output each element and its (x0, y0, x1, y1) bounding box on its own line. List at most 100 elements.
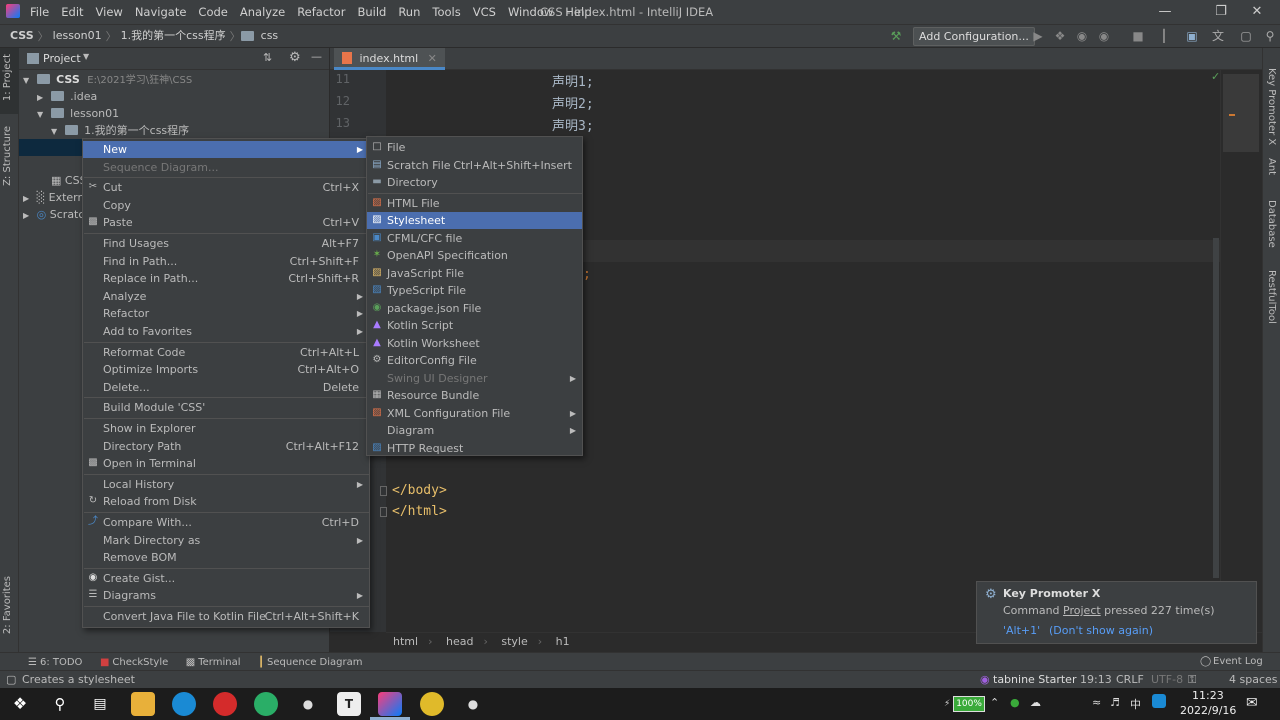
tab-sequence-diagram[interactable]: Sequence Diagram (267, 657, 362, 668)
tab-structure[interactable]: Z: Structure (2, 126, 13, 186)
fold-marker-icon[interactable] (380, 507, 387, 517)
crumb-html[interactable]: html (388, 635, 423, 648)
crumb-program[interactable]: 1.我的第一个css程序 (117, 25, 230, 47)
new-html-file[interactable]: ▨ HTML File (367, 195, 582, 212)
fold-marker-icon[interactable] (380, 486, 387, 496)
crumb-style[interactable]: style (496, 635, 532, 648)
new-editorconfig-file[interactable]: ⚙ EditorConfig File (367, 352, 582, 369)
layout-icon[interactable]: ▢ (1238, 28, 1254, 44)
tabnine-status[interactable]: tabnine Starter (993, 671, 1076, 688)
intellij-icon[interactable] (378, 692, 402, 716)
new-cfml-cfc-file[interactable]: ▣ CFML/CFC file (367, 230, 582, 247)
ctx-open-in-terminal[interactable]: ▩ Open in Terminal (83, 455, 369, 472)
ctx-copy[interactable]: Copy (83, 197, 369, 214)
ctx-add-to-favorites[interactable]: Add to Favorites ▶ (83, 323, 369, 340)
new-file[interactable]: □ File (367, 139, 582, 156)
tree-item-idea[interactable]: ▶ .idea (19, 88, 329, 105)
project-structure-icon[interactable]: ▣ (1184, 28, 1200, 44)
new-package-json-file[interactable]: ◉ package.json File (367, 300, 582, 317)
volume-icon[interactable]: ♬ (1110, 696, 1120, 709)
ctx-compare-with[interactable]: ⤴ Compare With... Ctrl+D (83, 514, 369, 531)
close-icon[interactable]: ✕ (428, 52, 437, 65)
search-icon[interactable]: ⚲ (1262, 28, 1278, 44)
cloud-icon[interactable]: ☁ (1030, 696, 1041, 709)
tab-index-html[interactable]: index.html ✕ (334, 48, 445, 70)
tree-item-program[interactable]: ▼ 1.我的第一个css程序 (19, 122, 329, 139)
search-icon[interactable]: ⚲ (48, 692, 72, 716)
menu-analyze[interactable]: Analyze (234, 0, 291, 24)
tab-favorites[interactable]: 2: Favorites (2, 576, 13, 634)
crumb-css-dir[interactable]: css (257, 25, 283, 47)
new-scratch-file[interactable]: ▤ Scratch File Ctrl+Alt+Shift+Insert (367, 157, 582, 174)
wechat-tray-icon[interactable]: ● (1010, 696, 1020, 709)
tab-project[interactable]: 1: Project (2, 54, 13, 101)
event-log-button[interactable]: Event Log (1213, 653, 1263, 671)
qq-icon[interactable]: ● (296, 692, 320, 716)
ctx-analyze[interactable]: Analyze ▶ (83, 288, 369, 305)
ctx-mark-directory-as[interactable]: Mark Directory as ▶ (83, 532, 369, 549)
menu-code[interactable]: Code (192, 0, 233, 24)
new-javascript-file[interactable]: ▨ JavaScript File (367, 265, 582, 282)
project-view-dropdown[interactable]: Project (43, 52, 81, 65)
new-openapi-specification[interactable]: ✶ OpenAPI Specification (367, 247, 582, 264)
qq-icon[interactable]: ● (461, 692, 485, 716)
network-icon[interactable]: ≈ (1092, 696, 1101, 709)
ctx-directory-path[interactable]: Directory Path Ctrl+Alt+F12 (83, 438, 369, 455)
ctx-create-gist[interactable]: ◉ Create Gist... (83, 570, 369, 587)
ctx-optimize-imports[interactable]: Optimize Imports Ctrl+Alt+O (83, 361, 369, 378)
file-encoding[interactable]: UTF-8 (1151, 671, 1183, 688)
ctx-build-module-css[interactable]: Build Module 'CSS' (83, 399, 369, 416)
line-separator[interactable]: CRLF (1116, 671, 1144, 688)
collapse-all-icon[interactable]: ⇅ (263, 51, 272, 64)
translate-icon[interactable]: 文 (1210, 28, 1226, 44)
profile-icon[interactable]: ◉ (1096, 28, 1112, 44)
clock-time[interactable]: 11:23 (1192, 689, 1224, 702)
editor-minimap[interactable]: ✓ (1211, 70, 1262, 632)
menu-run[interactable]: Run (392, 0, 426, 24)
menu-vcs[interactable]: VCS (467, 0, 502, 24)
ctx-refactor[interactable]: Refactor ▶ (83, 305, 369, 322)
hammer-icon[interactable]: ⚒ (888, 28, 904, 44)
ctx-show-in-explorer[interactable]: Show in Explorer (83, 420, 369, 437)
tab-terminal[interactable]: Terminal (198, 657, 240, 668)
tray-expand-icon[interactable]: ⌃ (990, 696, 999, 709)
new-resource-bundle[interactable]: ▦ Resource Bundle (367, 387, 582, 404)
tab-todo[interactable]: 6: TODO (40, 657, 82, 668)
crumb-css[interactable]: CSS (6, 25, 38, 47)
ctx-diagrams[interactable]: ☰ Diagrams ▶ (83, 587, 369, 604)
hide-panel-icon[interactable]: — (311, 50, 322, 63)
scrollbar-thumb[interactable] (1213, 238, 1219, 578)
wechat-icon[interactable] (254, 692, 278, 716)
notification-center-icon[interactable]: ✉ (1246, 695, 1258, 711)
ctx-find-usages[interactable]: Find Usages Alt+F7 (83, 235, 369, 252)
gear-icon[interactable]: ⚙ (289, 50, 301, 65)
chevron-down-icon[interactable]: ▼ (83, 52, 89, 61)
menu-navigate[interactable]: Navigate (129, 0, 193, 24)
app-tray-icon[interactable] (1152, 694, 1166, 708)
new-http-request[interactable]: ▨ HTTP Request (367, 440, 582, 457)
ctx-paste[interactable]: ▩ Paste Ctrl+V (83, 214, 369, 231)
stop-icon[interactable]: ■ (1130, 28, 1146, 44)
dont-show-again-link[interactable]: (Don't show again) (1049, 624, 1153, 637)
windows-start-icon[interactable]: ❖ (8, 692, 32, 716)
new-xml-configuration-file[interactable]: ▨ XML Configuration File ▶ (367, 405, 582, 422)
debug-icon[interactable]: ❖ (1052, 28, 1068, 44)
menu-refactor[interactable]: Refactor (291, 0, 351, 24)
input-language[interactable]: 中 (1130, 696, 1141, 712)
close-button[interactable]: ✕ (1234, 0, 1280, 24)
menu-edit[interactable]: Edit (55, 0, 89, 24)
battery-indicator[interactable]: ⚡ 100% (944, 696, 985, 712)
menu-view[interactable]: View (90, 0, 129, 24)
run-icon[interactable]: ▶ (1030, 28, 1046, 44)
ctx-convert-java-file-to-kotlin-file[interactable]: Convert Java File to Kotlin File Ctrl+Alt… (83, 608, 369, 625)
new-stylesheet[interactable]: ▨ Stylesheet (367, 212, 582, 229)
ctx-local-history[interactable]: Local History ▶ (83, 476, 369, 493)
ctx-delete[interactable]: Delete... Delete (83, 379, 369, 396)
crumb-lesson01[interactable]: lesson01 (49, 25, 106, 47)
shortcut-link[interactable]: 'Alt+1' (1003, 624, 1040, 637)
new-kotlin-script[interactable]: ▲ Kotlin Script (367, 317, 582, 334)
ctx-cut[interactable]: ✂ Cut Ctrl+X (83, 179, 369, 196)
typora-icon[interactable]: T (337, 692, 361, 716)
clock-date[interactable]: 2022/9/16 (1180, 704, 1236, 717)
menu-tools[interactable]: Tools (426, 0, 466, 24)
